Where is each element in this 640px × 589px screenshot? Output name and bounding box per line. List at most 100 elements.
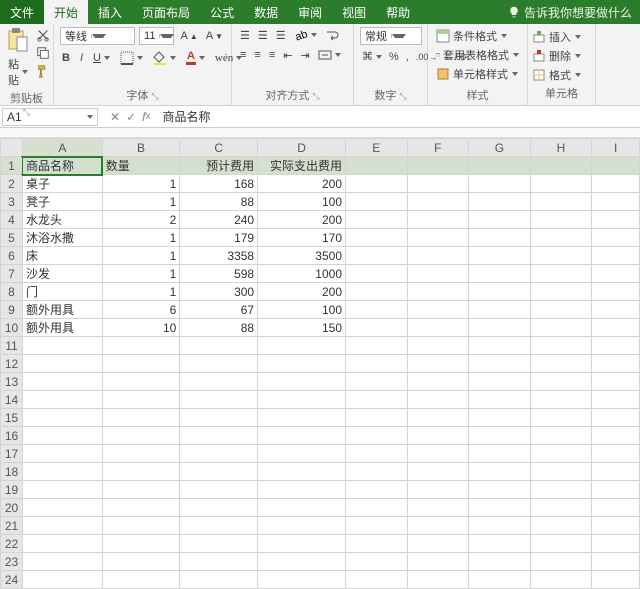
cell[interactable] (592, 229, 640, 247)
cell[interactable] (530, 409, 592, 427)
cell[interactable] (102, 409, 180, 427)
cell[interactable]: 1 (102, 265, 180, 283)
cell[interactable] (407, 247, 469, 265)
cell[interactable]: 88 (180, 193, 258, 211)
cell[interactable] (592, 211, 640, 229)
cell[interactable]: 300 (180, 283, 258, 301)
cell[interactable] (22, 517, 102, 535)
col-header[interactable]: E (346, 139, 408, 157)
cell[interactable] (407, 319, 469, 337)
cell[interactable]: 100 (258, 193, 346, 211)
cell-styles-button[interactable]: 单元格样式 (434, 65, 521, 83)
cell[interactable]: 沐浴水撒 (22, 229, 102, 247)
cell[interactable] (102, 445, 180, 463)
col-header[interactable]: I (592, 139, 640, 157)
cell[interactable] (592, 265, 640, 283)
cell[interactable] (469, 445, 531, 463)
align-bottom-button[interactable]: ☰ (274, 28, 288, 43)
cell[interactable] (469, 535, 531, 553)
font-size-combo[interactable]: 11 (139, 27, 174, 45)
cell[interactable] (407, 427, 469, 445)
cell[interactable]: 商品名称 (22, 157, 102, 175)
cell[interactable] (346, 193, 408, 211)
cell[interactable] (530, 337, 592, 355)
cell[interactable] (469, 211, 531, 229)
cell[interactable] (346, 355, 408, 373)
cell[interactable] (102, 499, 180, 517)
cell[interactable] (469, 175, 531, 193)
cell[interactable] (22, 391, 102, 409)
row-header[interactable]: 7 (1, 265, 23, 283)
cell[interactable] (346, 517, 408, 535)
cell[interactable] (530, 571, 592, 589)
cell[interactable] (180, 355, 258, 373)
cell[interactable]: 67 (180, 301, 258, 319)
align-right-button[interactable]: ≡ (267, 48, 277, 62)
cell[interactable] (469, 337, 531, 355)
underline-button[interactable]: U (91, 51, 112, 65)
comma-button[interactable]: , (404, 50, 411, 64)
grow-font-button[interactable]: A▲ (178, 29, 199, 43)
enter-icon[interactable]: ✓ (126, 110, 136, 124)
cell[interactable] (592, 481, 640, 499)
cell[interactable] (258, 553, 346, 571)
cell[interactable] (346, 391, 408, 409)
cell[interactable] (102, 391, 180, 409)
tab-review[interactable]: 审阅 (288, 0, 332, 24)
cell[interactable] (102, 355, 180, 373)
cell[interactable] (469, 427, 531, 445)
cell[interactable]: 6 (102, 301, 180, 319)
cell[interactable] (592, 463, 640, 481)
cell[interactable] (180, 463, 258, 481)
row-header[interactable]: 11 (1, 337, 23, 355)
cell[interactable] (346, 481, 408, 499)
cell[interactable] (102, 535, 180, 553)
row-header[interactable]: 16 (1, 427, 23, 445)
cell[interactable] (530, 481, 592, 499)
delete-cells-button[interactable]: 删除 (530, 47, 593, 65)
cell[interactable] (180, 337, 258, 355)
col-header[interactable]: A (22, 139, 102, 157)
cell[interactable] (407, 373, 469, 391)
row-header[interactable]: 4 (1, 211, 23, 229)
cell[interactable] (407, 337, 469, 355)
cell[interactable] (592, 157, 640, 175)
cell[interactable]: 桌子 (22, 175, 102, 193)
cell[interactable] (592, 301, 640, 319)
cell[interactable] (346, 571, 408, 589)
cell[interactable] (469, 481, 531, 499)
col-header[interactable]: B (102, 139, 180, 157)
cell[interactable] (407, 463, 469, 481)
cell[interactable] (102, 517, 180, 535)
cell[interactable] (258, 391, 346, 409)
row-header[interactable]: 5 (1, 229, 23, 247)
cell[interactable] (530, 157, 592, 175)
cell[interactable] (469, 373, 531, 391)
row-header[interactable]: 14 (1, 391, 23, 409)
row-header[interactable]: 12 (1, 355, 23, 373)
cell[interactable]: 沙发 (22, 265, 102, 283)
align-center-button[interactable]: ≡ (252, 48, 262, 62)
cell[interactable] (530, 355, 592, 373)
indent-inc-button[interactable]: ⇥ (298, 48, 311, 63)
paste-icon[interactable] (7, 27, 29, 53)
cell[interactable] (530, 517, 592, 535)
cell[interactable]: 水龙头 (22, 211, 102, 229)
cell[interactable] (102, 463, 180, 481)
align-middle-button[interactable]: ☰ (256, 28, 270, 43)
cell[interactable] (469, 553, 531, 571)
cell[interactable] (22, 463, 102, 481)
cell[interactable] (592, 553, 640, 571)
cell[interactable] (592, 175, 640, 193)
row-header[interactable]: 24 (1, 571, 23, 589)
align-top-button[interactable]: ☰ (238, 28, 252, 43)
cell[interactable] (592, 373, 640, 391)
cell[interactable]: 2 (102, 211, 180, 229)
cell[interactable] (592, 355, 640, 373)
cell[interactable] (469, 229, 531, 247)
cell[interactable] (407, 535, 469, 553)
percent-button[interactable]: % (387, 50, 401, 64)
cell[interactable] (469, 265, 531, 283)
cell[interactable] (407, 499, 469, 517)
cell[interactable] (469, 193, 531, 211)
